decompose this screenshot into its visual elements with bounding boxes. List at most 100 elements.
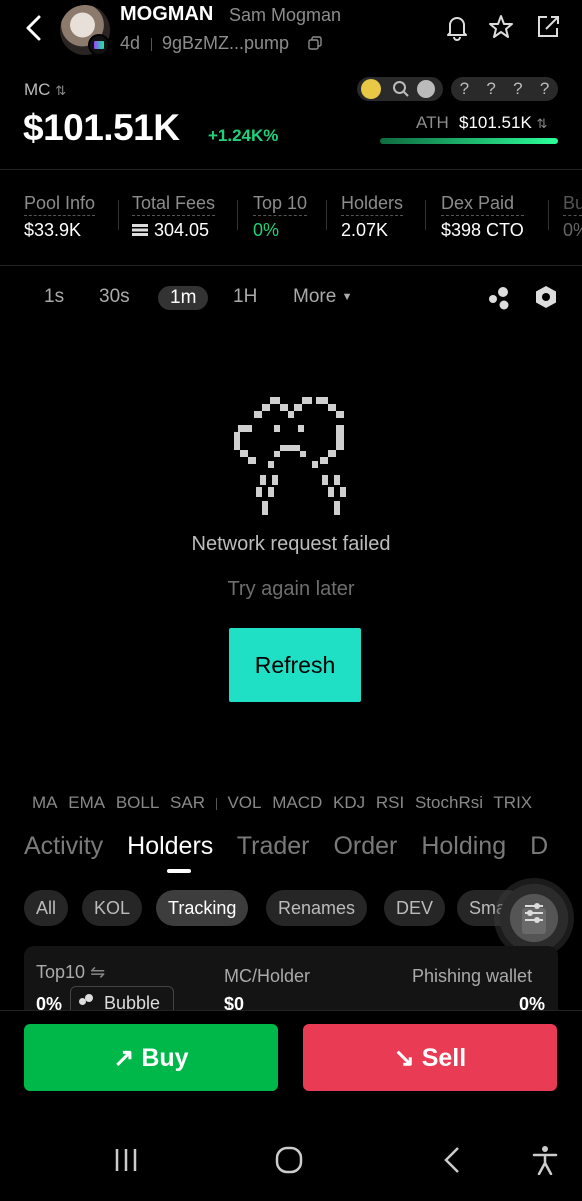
phishing-wallet-label: Phishing wallet (412, 966, 533, 986)
tab-order[interactable]: Order (333, 832, 397, 860)
indicator-ema[interactable]: EMA (68, 793, 105, 812)
stat-top10[interactable]: Top 10 0% (253, 193, 308, 241)
stat-label: Bu (563, 193, 582, 216)
bell-icon[interactable] (442, 12, 472, 42)
arrow-down-right-icon: ↘ (393, 1043, 415, 1072)
arrow-up-right-icon: ↗ (113, 1043, 135, 1072)
market-cap-value: $101.51K (23, 107, 180, 148)
audit-tags[interactable] (357, 77, 443, 101)
back-arrow-icon[interactable] (18, 12, 50, 44)
check-unknown: ? (539, 79, 550, 98)
timeframe-1s[interactable]: 1s (44, 286, 64, 308)
tab-trader[interactable]: Trader (237, 832, 310, 860)
divider (326, 200, 327, 230)
nodes-icon[interactable] (486, 285, 512, 311)
check-unknown: ? (513, 79, 523, 98)
stat-label: Dex Paid (441, 193, 524, 216)
indicator-sar[interactable]: SAR (170, 793, 205, 812)
filter-dev[interactable]: DEV (384, 890, 446, 926)
stat-pool-info[interactable]: Pool Info $33.9K (24, 193, 96, 241)
timeframe-1h[interactable]: 1H (233, 286, 257, 308)
indicator-ma[interactable]: MA (32, 793, 58, 812)
tab-truncated[interactable]: D (530, 832, 548, 860)
sliders-icon (522, 903, 546, 934)
top10-label: Top10 ⇋ (36, 962, 106, 982)
stat-holders[interactable]: Holders 2.07K (341, 193, 404, 241)
divider (0, 265, 582, 266)
more-dropdown[interactable]: More ▼ (293, 286, 352, 308)
ath-label: ATH (416, 113, 449, 132)
ath-progress-bar (380, 138, 558, 144)
ath-value: $101.51K ⇅ (459, 113, 548, 132)
solana-chain-icon (88, 34, 110, 56)
filter-all[interactable]: All (24, 890, 69, 926)
filter-renames[interactable]: Renames (266, 890, 368, 926)
error-illustration-icon (234, 397, 346, 515)
star-icon[interactable] (486, 12, 516, 42)
mc-holder-label: MC/Holder (224, 966, 311, 986)
solana-icon (132, 224, 148, 236)
check-unknown: ? (459, 79, 470, 98)
buy-button[interactable]: ↗ Buy (24, 1024, 278, 1091)
recent-apps-icon[interactable] (108, 1145, 144, 1175)
indicator-kdj[interactable]: KDJ (333, 793, 365, 812)
share-icon[interactable] (533, 12, 563, 42)
stat-value: 0% (563, 220, 582, 240)
divider (237, 200, 238, 230)
market-cap-change: +1.24K% (208, 126, 279, 145)
security-checks[interactable]: ? ? ? ? (451, 77, 558, 101)
copy-icon[interactable] (308, 36, 322, 50)
indicator-macd[interactable]: MACD (272, 793, 322, 812)
chevron-down-icon: ▼ (341, 290, 353, 303)
section-tabs: Activity Holders Trader Order Holding D (24, 832, 565, 861)
tab-activity[interactable]: Activity (24, 832, 103, 860)
timeframe-30s[interactable]: 30s (99, 286, 130, 308)
stat-total-fees[interactable]: Total Fees 304.05 (132, 193, 216, 241)
indicator-trix[interactable]: TRIX (493, 793, 532, 812)
search-icon (393, 81, 409, 97)
indicator-rsi[interactable]: RSI (376, 793, 404, 812)
active-tab-indicator (167, 869, 191, 873)
token-ticker: MOGMAN (120, 3, 214, 25)
stat-value: $398 CTO (441, 220, 524, 240)
token-address[interactable]: 9gBzMZ...pump (162, 33, 289, 54)
accessibility-icon[interactable] (527, 1145, 563, 1175)
tab-holding[interactable]: Holding (421, 832, 506, 860)
back-nav-icon[interactable] (434, 1145, 470, 1175)
token-name: Sam Mogman (229, 5, 342, 25)
mc-label: MC ⇅ (24, 80, 67, 99)
indicator-vol[interactable]: VOL (227, 793, 261, 812)
sell-button[interactable]: ↘ Sell (303, 1024, 557, 1091)
error-title: Network request failed (191, 533, 391, 555)
warning-icon (361, 79, 381, 99)
stat-value: 2.07K (341, 220, 389, 240)
stat-label: Pool Info (24, 193, 96, 216)
divider (151, 38, 152, 51)
refresh-button[interactable]: Refresh (229, 628, 361, 702)
stat-label: Top 10 (253, 193, 308, 216)
token-age: 4d (120, 33, 141, 53)
stat-value: 304.05 (132, 220, 215, 241)
bubble-icon (79, 994, 93, 1008)
indicator-boll[interactable]: BOLL (116, 793, 159, 812)
timeframe-1m[interactable]: 1m (158, 286, 209, 310)
stat-label: Holders (341, 193, 404, 216)
indicator-stochrsi[interactable]: StochRsi (415, 793, 483, 812)
stat-value: 0% (253, 220, 280, 240)
divider (0, 169, 582, 170)
settings-hexagon-icon[interactable] (533, 284, 559, 310)
filter-tracking[interactable]: Tracking (156, 890, 249, 926)
divider (215, 797, 217, 810)
divider (425, 200, 426, 230)
error-subtitle: Try again later (227, 578, 355, 600)
check-unknown: ? (486, 79, 496, 98)
divider (118, 200, 119, 230)
filter-kol[interactable]: KOL (82, 890, 143, 926)
home-icon[interactable] (271, 1145, 307, 1175)
solana-icon (417, 80, 435, 98)
stat-label: Total Fees (132, 193, 216, 216)
stat-dex-paid[interactable]: Dex Paid $398 CTO (441, 193, 524, 241)
tab-holders[interactable]: Holders (127, 832, 213, 860)
stat-value: $33.9K (24, 220, 82, 240)
stat-truncated[interactable]: Bu 0% (563, 193, 582, 241)
